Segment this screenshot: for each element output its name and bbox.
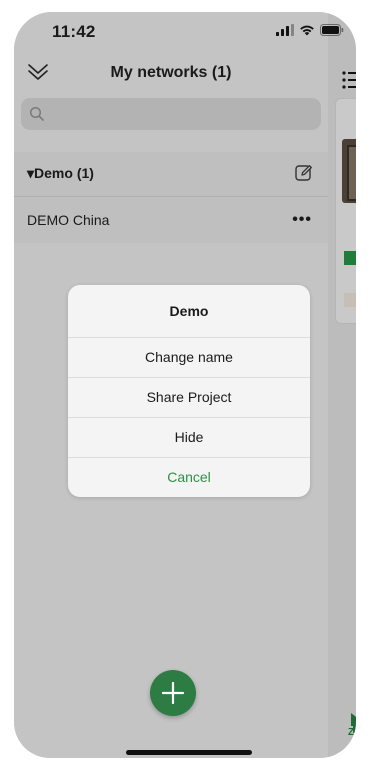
action-sheet: Demo Change name Share Project Hide Canc… — [68, 285, 310, 497]
phone-frame: 11:42 My networks (1) ▾Demo (1) DEMO Chi… — [0, 0, 370, 762]
home-indicator[interactable] — [126, 750, 252, 755]
hide-button[interactable]: Hide — [68, 418, 310, 458]
screen: 11:42 My networks (1) ▾Demo (1) DEMO Chi… — [14, 12, 356, 758]
add-button[interactable] — [150, 670, 196, 716]
share-project-button[interactable]: Share Project — [68, 378, 310, 418]
change-name-button[interactable]: Change name — [68, 338, 310, 378]
action-sheet-title: Demo — [68, 285, 310, 338]
add-icon — [161, 681, 185, 705]
cancel-button[interactable]: Cancel — [68, 458, 310, 497]
